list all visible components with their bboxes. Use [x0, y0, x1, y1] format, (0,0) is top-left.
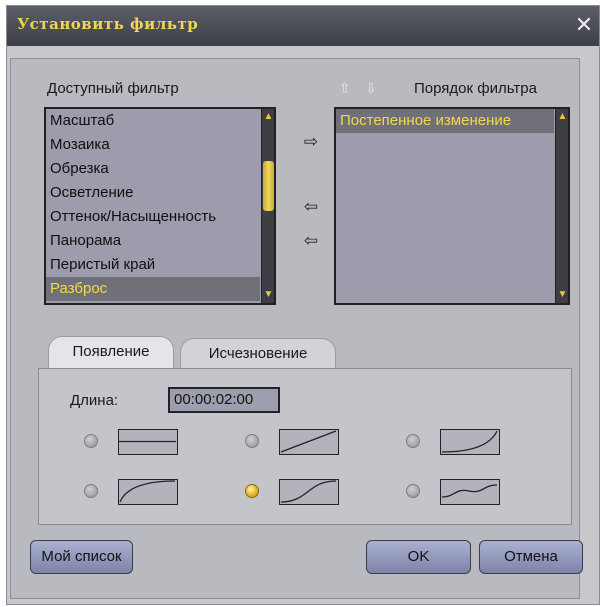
- curve-radio-3[interactable]: [406, 434, 420, 448]
- close-icon[interactable]: ✕: [571, 12, 597, 38]
- tab-disappearance[interactable]: Исчезновение: [180, 338, 336, 368]
- available-list-scrollbar[interactable]: ▲ ▼: [261, 109, 274, 303]
- move-down-icon[interactable]: ⇩: [365, 80, 377, 97]
- filter-order-label: Порядок фильтра: [414, 80, 537, 97]
- available-filter-list[interactable]: Масштаб Мозаика Обрезка Осветление Оттенок/Н…: [44, 107, 276, 305]
- move-up-icon[interactable]: ⇧: [339, 80, 351, 97]
- remove-all-filters-button[interactable]: ⇦: [299, 230, 323, 252]
- cancel-button[interactable]: Отмена: [479, 540, 583, 574]
- curve-radio-2[interactable]: [245, 434, 259, 448]
- title-bar[interactable]: Установить фильтр ✕: [7, 6, 599, 46]
- available-filter-item[interactable]: Панорама: [46, 229, 260, 253]
- available-filter-label: Доступный фильтр: [47, 80, 179, 97]
- scroll-down-icon[interactable]: ▼: [263, 289, 274, 301]
- curve-radio-4[interactable]: [84, 484, 98, 498]
- available-filter-item[interactable]: Осветление: [46, 181, 260, 205]
- duration-field[interactable]: 00:00:02:00: [168, 387, 280, 413]
- add-filter-button[interactable]: ⇨: [299, 131, 323, 153]
- scroll-up-icon[interactable]: ▲: [263, 111, 274, 123]
- curve-preset-ease-out[interactable]: [118, 479, 178, 505]
- available-filter-item[interactable]: Оттенок/Насыщенность: [46, 205, 260, 229]
- available-filter-item[interactable]: Разброс: [46, 277, 260, 301]
- curve-radio-5[interactable]: [245, 484, 259, 498]
- remove-filter-button[interactable]: ⇦: [299, 196, 323, 218]
- available-filter-item[interactable]: Обрезка: [46, 157, 260, 181]
- tab-appearance[interactable]: Появление: [48, 336, 174, 368]
- dialog-title: Установить фильтр: [17, 15, 199, 33]
- available-filter-item[interactable]: Масштаб: [46, 109, 260, 133]
- curve-radio-6[interactable]: [406, 484, 420, 498]
- order-filter-item[interactable]: Постепенное изменение: [336, 109, 554, 133]
- order-list-scrollbar[interactable]: ▲ ▼: [555, 109, 568, 303]
- duration-label: Длина:: [70, 392, 119, 409]
- scroll-down-icon[interactable]: ▼: [557, 289, 568, 301]
- scroll-thumb[interactable]: [263, 161, 274, 211]
- curve-preset-linear[interactable]: [279, 429, 339, 455]
- my-list-button[interactable]: Мой список: [30, 540, 133, 574]
- curve-preset-flat[interactable]: [118, 429, 178, 455]
- curve-radio-1[interactable]: [84, 434, 98, 448]
- ok-button[interactable]: OK: [366, 540, 471, 574]
- scroll-up-icon[interactable]: ▲: [557, 111, 568, 123]
- curve-preset-wave[interactable]: [440, 479, 500, 505]
- available-filter-item[interactable]: Мозаика: [46, 133, 260, 157]
- curve-preset-ease-in[interactable]: [440, 429, 500, 455]
- filter-order-list[interactable]: Постепенное изменение ▲ ▼: [334, 107, 570, 305]
- available-filter-item[interactable]: Перистый край: [46, 253, 260, 277]
- curve-preset-s-curve[interactable]: [279, 479, 339, 505]
